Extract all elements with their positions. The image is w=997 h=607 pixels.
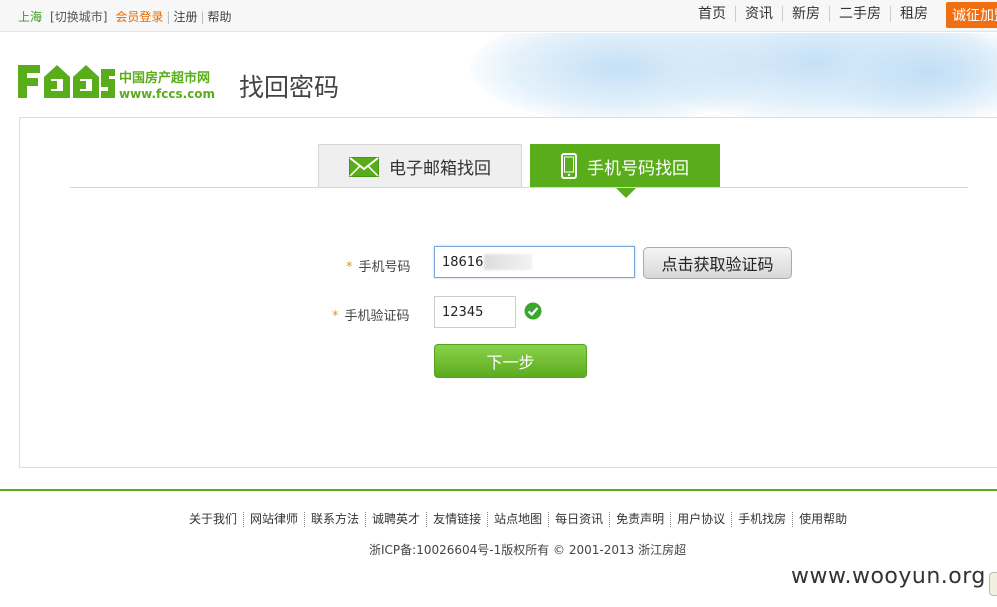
footer-link-agreement[interactable]: 用户协议: [670, 512, 731, 527]
nav-new-homes[interactable]: 新房: [782, 6, 829, 22]
member-login-link[interactable]: 会员登录: [115, 8, 163, 25]
nav-rental[interactable]: 租房: [890, 6, 937, 22]
footer-divider: [0, 489, 997, 491]
footer-link-contact[interactable]: 联系方法: [304, 512, 365, 527]
switch-city-link[interactable]: [切换城市]: [50, 8, 107, 25]
sky-cloud: [820, 33, 997, 117]
nav-home[interactable]: 首页: [698, 6, 735, 22]
fccs-logo-icon: 中国房产超市网 www.fccs.com: [18, 65, 215, 101]
divider: |: [200, 9, 205, 24]
tab-email-label: 电子邮箱找回: [389, 159, 491, 179]
required-mark: *: [332, 309, 339, 324]
footer-link-sitemap[interactable]: 站点地图: [487, 512, 548, 527]
phone-label: * 手机号码: [346, 260, 411, 275]
envelope-icon: [349, 156, 379, 177]
top-bar: 上海 [切换城市] 会员登录 | 注册 | 帮助 首页 资讯 新房 二手房 租房…: [0, 0, 997, 32]
nav-second-hand[interactable]: 二手房: [829, 6, 890, 22]
top-bar-left: 上海 [切换城市] 会员登录 | 注册 | 帮助: [18, 8, 232, 25]
get-code-button[interactable]: 点击获取验证码: [643, 247, 792, 279]
footer-link-mobile[interactable]: 手机找房: [731, 512, 792, 527]
verification-code-input[interactable]: 12345: [434, 296, 516, 328]
phone-value: 18616: [442, 254, 484, 270]
franchise-button[interactable]: 诚征加盟: [946, 2, 997, 28]
nav-news[interactable]: 资讯: [735, 6, 782, 22]
tab-phone-label: 手机号码找回: [587, 158, 689, 179]
required-mark: *: [346, 260, 353, 275]
divider: |: [166, 9, 171, 24]
tab-email-recovery[interactable]: 电子邮箱找回: [318, 144, 522, 188]
top-nav: 首页 资讯 新房 二手房 租房 诚征加盟: [698, 2, 997, 28]
footer-link-lawyer[interactable]: 网站律师: [243, 512, 304, 527]
mobile-phone-icon: [561, 153, 577, 179]
register-link[interactable]: 注册: [173, 8, 197, 25]
recover-password-panel: 电子邮箱找回 手机号码找回 * 手机号码 18616 点击获取验证码 * 手机验证码…: [19, 117, 997, 468]
side-widget-tab[interactable]: [989, 572, 997, 596]
footer-link-careers[interactable]: 诚聘英才: [365, 512, 426, 527]
copyright-text: 浙ICP备:10026604号-1版权所有 © 2001-2013 浙江房超: [369, 543, 687, 557]
footer-link-help[interactable]: 使用帮助: [792, 512, 853, 527]
footer-link-daily-news[interactable]: 每日资讯: [548, 512, 609, 527]
page-title: 找回密码: [239, 73, 340, 102]
header: 中国房产超市网 www.fccs.com 找回密码: [0, 33, 997, 117]
svg-text:中国房产超市网: 中国房产超市网: [119, 70, 210, 86]
check-circle-icon: [524, 302, 542, 320]
tabs-divider: [70, 187, 968, 188]
footer-link-friends[interactable]: 友情链接: [426, 512, 487, 527]
footer-link-about[interactable]: 关于我们: [189, 512, 243, 527]
footer-link-disclaimer[interactable]: 免责声明: [609, 512, 670, 527]
watermark: www.wooyun.org: [791, 564, 986, 589]
active-tab-arrow: [616, 188, 636, 198]
tab-phone-recovery[interactable]: 手机号码找回: [530, 144, 720, 188]
help-link[interactable]: 帮助: [208, 8, 232, 25]
code-value: 12345: [442, 304, 484, 320]
phone-input[interactable]: 18616: [434, 246, 635, 278]
site-logo[interactable]: 中国房产超市网 www.fccs.com: [18, 57, 228, 103]
code-label: * 手机验证码: [332, 309, 410, 324]
current-city: 上海: [18, 10, 43, 24]
redacted-digits: [484, 254, 533, 270]
next-step-button[interactable]: 下一步: [434, 344, 587, 378]
svg-text:www.fccs.com: www.fccs.com: [119, 87, 215, 101]
footer-links: 关于我们 网站律师 联系方法 诚聘英才 友情链接 站点地图 每日资讯 免责声明 …: [189, 512, 853, 527]
